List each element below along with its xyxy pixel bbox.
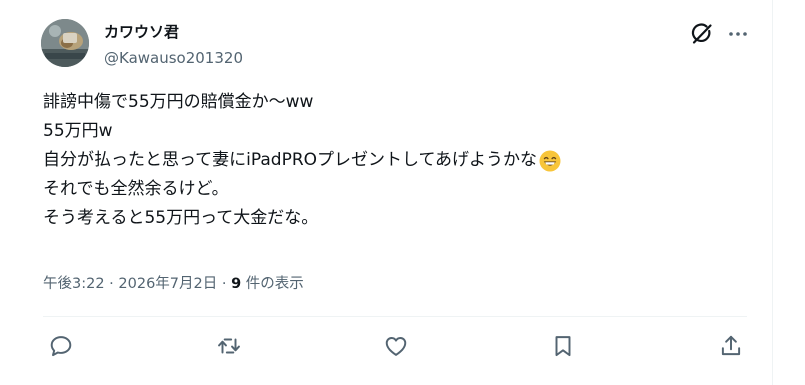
- divider: [43, 316, 747, 317]
- meta-separator: ·: [104, 276, 119, 292]
- author-display-name[interactable]: カワウソ君: [104, 22, 179, 42]
- tweet-time[interactable]: 午後3:22: [43, 276, 105, 292]
- meta-separator: ·: [217, 276, 232, 292]
- grok-icon[interactable]: [690, 22, 714, 46]
- like-icon[interactable]: [383, 333, 409, 359]
- tweet-text-line-content: 自分が払ったと思って妻にiPadPROプレゼントしてあげようかな: [43, 150, 537, 170]
- tweet-text-line: 誹謗中傷で55万円の賠償金か〜ww: [43, 92, 314, 112]
- views-label[interactable]: 件の表示: [241, 276, 304, 292]
- tweet-text-line: それでも全然余るけど。: [43, 179, 229, 199]
- more-icon[interactable]: [726, 22, 750, 46]
- tweet-text: 誹謗中傷で55万円の賠償金か〜ww 55万円w 自分が払ったと思って妻にiPad…: [43, 88, 723, 233]
- column-border: [772, 0, 773, 385]
- reply-icon[interactable]: [48, 333, 74, 359]
- tweet-text-line: そう考えると55万円って大金だな。: [43, 208, 319, 228]
- avatar-image: [41, 19, 89, 67]
- bookmark-icon[interactable]: [550, 333, 576, 359]
- avatar[interactable]: [41, 19, 89, 67]
- retweet-icon[interactable]: [216, 333, 242, 359]
- tweet-card: カワウソ君 @Kawauso201320 誹謗中傷で55万円の賠償金か〜ww 5…: [0, 0, 805, 385]
- tweet-date[interactable]: 2026年7月2日: [118, 276, 217, 292]
- share-icon[interactable]: [718, 333, 744, 359]
- tweet-text-line: 自分が払ったと思って妻にiPadPROプレゼントしてあげようかな: [43, 146, 723, 175]
- views-count[interactable]: 9: [231, 276, 241, 292]
- tweet-meta: 午後3:22 · 2026年7月2日 · 9 件の表示: [43, 274, 304, 294]
- grinning-face-emoji-icon: [539, 150, 561, 172]
- tweet-text-line: 55万円w: [43, 121, 113, 141]
- author-handle[interactable]: @Kawauso201320: [104, 48, 243, 68]
